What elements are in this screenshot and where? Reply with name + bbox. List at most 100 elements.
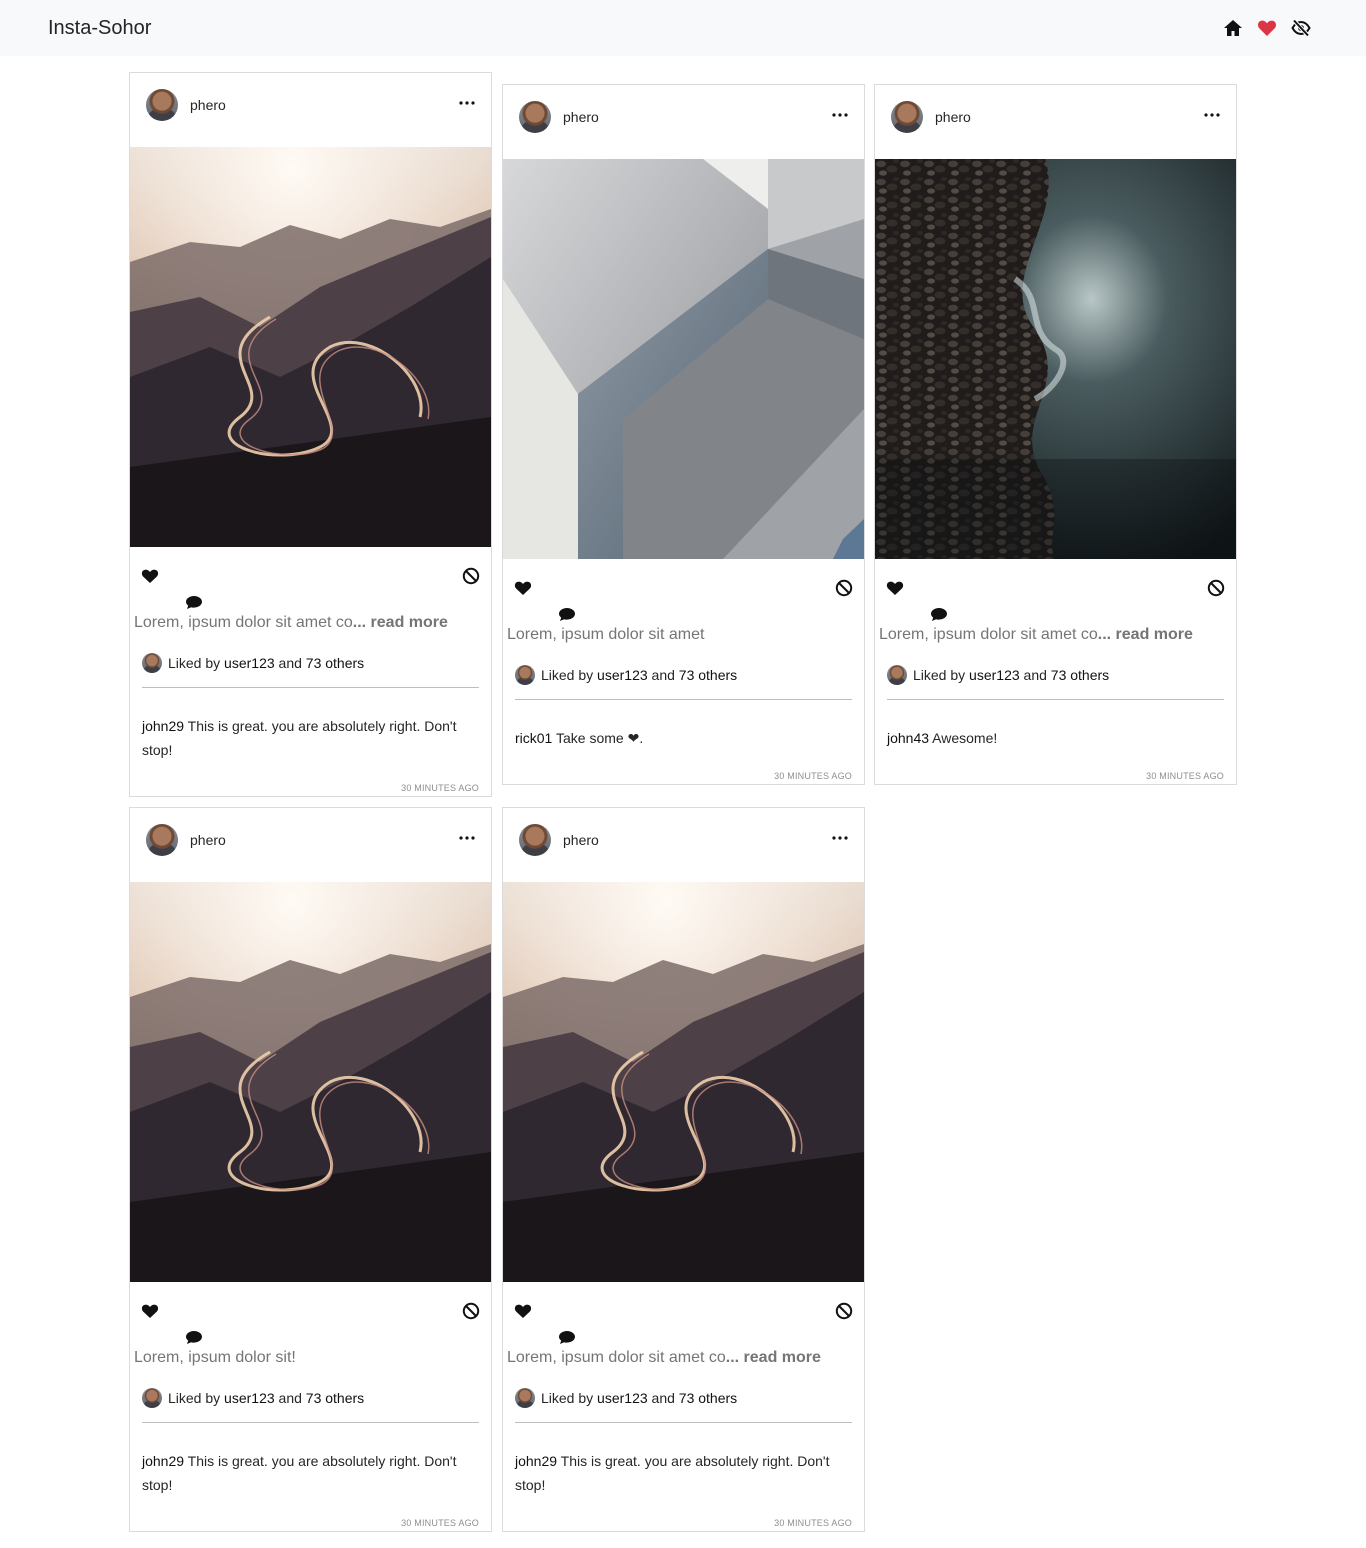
like-heart-icon[interactable] bbox=[886, 579, 904, 597]
liked-others-link[interactable]: 73 others bbox=[1051, 667, 1109, 683]
post-username[interactable]: phero bbox=[190, 97, 226, 113]
post-actions bbox=[503, 559, 864, 621]
read-more-link[interactable]: read more bbox=[1111, 626, 1193, 643]
home-icon[interactable] bbox=[1223, 18, 1243, 38]
comment-username[interactable]: rick01 bbox=[515, 730, 552, 746]
more-options-icon[interactable] bbox=[459, 830, 475, 846]
like-heart-icon[interactable] bbox=[514, 579, 532, 597]
avatar[interactable] bbox=[519, 824, 551, 856]
liked-prefix: Liked by bbox=[541, 667, 598, 683]
liked-others-link[interactable]: 73 others bbox=[306, 1390, 364, 1406]
liker-avatar bbox=[887, 665, 907, 685]
avatar[interactable] bbox=[519, 101, 551, 133]
liked-by-text: Liked by user123 and 73 others bbox=[168, 1389, 364, 1407]
post-card: phero Lorem, ipsum dolor sit! Liked by u… bbox=[129, 807, 492, 1532]
heart-icon[interactable] bbox=[1257, 18, 1277, 38]
caption-ellipsis: ... bbox=[352, 614, 367, 631]
post-timestamp: 30 MINUTES AGO bbox=[774, 771, 852, 781]
liked-user-link[interactable]: user123 bbox=[224, 655, 275, 671]
post-card: phero Lorem, ipsum dolor sit amet co... … bbox=[129, 72, 492, 797]
liked-others-link[interactable]: 73 others bbox=[679, 1390, 737, 1406]
liked-others-link[interactable]: 73 others bbox=[306, 655, 364, 671]
liker-avatar bbox=[515, 1388, 535, 1408]
comment-bubble-icon[interactable] bbox=[558, 605, 576, 623]
caption-ellipsis: ... bbox=[725, 1349, 740, 1366]
post-username[interactable]: phero bbox=[190, 832, 226, 848]
block-icon[interactable] bbox=[462, 567, 480, 585]
block-icon[interactable] bbox=[835, 579, 853, 597]
post-card: phero Lorem, ipsum dolor sit amet co... … bbox=[502, 807, 865, 1532]
caption-text: Lorem, ipsum dolor sit amet co bbox=[507, 1349, 726, 1366]
post-card: phero Lorem, ipsum dolor sit amet Liked … bbox=[502, 84, 865, 785]
comment-bubble-icon[interactable] bbox=[185, 1328, 203, 1346]
caption-text: Lorem, ipsum dolor sit! bbox=[134, 1349, 296, 1366]
comment-text: This is great. you are absolutely right.… bbox=[515, 1453, 830, 1493]
read-more-link[interactable]: read more bbox=[366, 614, 448, 631]
like-heart-icon[interactable] bbox=[141, 567, 159, 585]
liked-by: Liked by user123 and 73 others bbox=[515, 1384, 852, 1414]
block-icon[interactable] bbox=[462, 1302, 480, 1320]
post-header: phero bbox=[130, 808, 491, 882]
comment-username[interactable]: john29 bbox=[515, 1453, 557, 1469]
eye-slash-icon[interactable] bbox=[1291, 18, 1311, 38]
liked-user-link[interactable]: user123 bbox=[597, 1390, 648, 1406]
post-caption: Lorem, ipsum dolor sit amet bbox=[503, 617, 864, 661]
top-navbar: Insta-Sohor bbox=[0, 0, 1366, 56]
avatar[interactable] bbox=[891, 101, 923, 133]
comment: rick01 Take some ❤. bbox=[515, 726, 852, 750]
comment-bubble-icon[interactable] bbox=[558, 1328, 576, 1346]
avatar[interactable] bbox=[146, 89, 178, 121]
liked-and: and bbox=[274, 1390, 306, 1406]
post-timestamp: 30 MINUTES AGO bbox=[401, 783, 479, 793]
block-icon[interactable] bbox=[1207, 579, 1225, 597]
post-actions bbox=[503, 1282, 864, 1344]
liked-user-link[interactable]: user123 bbox=[224, 1390, 275, 1406]
liked-prefix: Liked by bbox=[913, 667, 970, 683]
caption-text: Lorem, ipsum dolor sit amet co bbox=[134, 614, 353, 631]
comment-text: This is great. you are absolutely right.… bbox=[142, 718, 457, 758]
read-more-link[interactable]: read more bbox=[739, 1349, 821, 1366]
divider bbox=[515, 1422, 852, 1423]
avatar[interactable] bbox=[146, 824, 178, 856]
post-image-abstract-architecture[interactable] bbox=[503, 159, 864, 559]
comment-username[interactable]: john29 bbox=[142, 718, 184, 734]
post-username[interactable]: phero bbox=[935, 109, 971, 125]
nav-icons bbox=[1223, 17, 1311, 39]
like-heart-icon[interactable] bbox=[141, 1302, 159, 1320]
post-timestamp: 30 MINUTES AGO bbox=[774, 1518, 852, 1528]
post-image-mountain-road[interactable] bbox=[130, 147, 491, 547]
post-caption: Lorem, ipsum dolor sit amet co... read m… bbox=[875, 617, 1236, 661]
liked-user-link[interactable]: user123 bbox=[969, 667, 1020, 683]
liked-by-text: Liked by user123 and 73 others bbox=[168, 654, 364, 672]
post-username[interactable]: phero bbox=[563, 832, 599, 848]
like-heart-icon[interactable] bbox=[514, 1302, 532, 1320]
liked-by: Liked by user123 and 73 others bbox=[142, 649, 479, 679]
post-card: phero Lorem, ipsum dolor sit amet co... … bbox=[874, 84, 1237, 785]
liked-and: and bbox=[274, 655, 306, 671]
comment-username[interactable]: john43 bbox=[887, 730, 929, 746]
more-options-icon[interactable] bbox=[459, 95, 475, 111]
divider bbox=[515, 699, 852, 700]
liked-others-link[interactable]: 73 others bbox=[679, 667, 737, 683]
post-username[interactable]: phero bbox=[563, 109, 599, 125]
block-icon[interactable] bbox=[835, 1302, 853, 1320]
more-options-icon[interactable] bbox=[832, 107, 848, 123]
comment-bubble-icon[interactable] bbox=[185, 593, 203, 611]
comment-username[interactable]: john29 bbox=[142, 1453, 184, 1469]
post-image-mountain-road[interactable] bbox=[130, 882, 491, 1282]
liker-avatar bbox=[142, 653, 162, 673]
divider bbox=[142, 1422, 479, 1423]
liked-prefix: Liked by bbox=[168, 655, 225, 671]
liked-user-link[interactable]: user123 bbox=[597, 667, 648, 683]
comment: john29 This is great. you are absolutely… bbox=[142, 1449, 479, 1497]
post-image-pebble-shore[interactable] bbox=[875, 159, 1236, 559]
comment: john29 This is great. you are absolutely… bbox=[142, 714, 479, 762]
comment-bubble-icon[interactable] bbox=[930, 605, 948, 623]
post-caption: Lorem, ipsum dolor sit amet co... read m… bbox=[130, 605, 491, 649]
brand-title[interactable]: Insta-Sohor bbox=[48, 15, 151, 41]
comment-text: This is great. you are absolutely right.… bbox=[142, 1453, 457, 1493]
more-options-icon[interactable] bbox=[1204, 107, 1220, 123]
more-options-icon[interactable] bbox=[832, 830, 848, 846]
divider bbox=[887, 699, 1224, 700]
post-image-mountain-road[interactable] bbox=[503, 882, 864, 1282]
